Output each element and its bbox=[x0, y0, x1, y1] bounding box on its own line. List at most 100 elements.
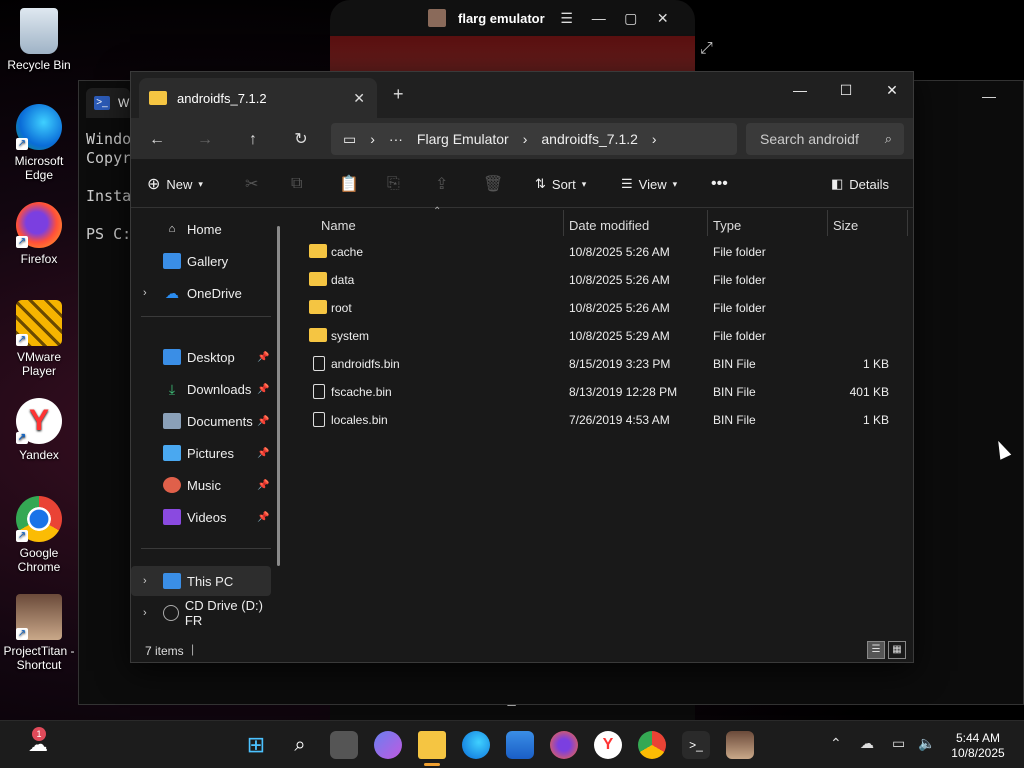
chrome-taskbar-icon[interactable] bbox=[638, 731, 666, 759]
desktop-icon-chrome[interactable]: ↗ Google Chrome bbox=[2, 496, 76, 574]
column-divider[interactable] bbox=[707, 210, 708, 236]
sort-button[interactable]: ⇅ Sort ▾ bbox=[535, 173, 586, 195]
search-input[interactable]: Search androidf ⌕ bbox=[746, 123, 904, 155]
new-tab-button[interactable]: + bbox=[393, 84, 404, 105]
up-button[interactable]: ↑ bbox=[241, 128, 265, 152]
column-divider[interactable] bbox=[827, 210, 828, 236]
expand-chevron-icon[interactable]: › bbox=[143, 607, 147, 619]
hamburger-menu-icon[interactable]: ☰ bbox=[557, 10, 577, 27]
nav-item-onedrive[interactable]: › ☁ OneDrive bbox=[131, 278, 271, 308]
breadcrumb-item[interactable]: androidfs_7.1.2 bbox=[541, 131, 638, 147]
close-icon[interactable]: ✕ bbox=[653, 10, 673, 27]
start-windows-icon[interactable]: ⊞ bbox=[242, 731, 270, 759]
chevron-right-icon[interactable]: › bbox=[523, 131, 528, 147]
maximize-icon[interactable]: ▢ bbox=[621, 10, 641, 27]
cut-icon[interactable]: ✂ bbox=[245, 173, 258, 195]
status-separator: | bbox=[191, 642, 195, 656]
column-header-name[interactable]: Name bbox=[321, 218, 356, 233]
fullscreen-icon[interactable]: ⤢ bbox=[700, 40, 722, 62]
file-explorer-taskbar-icon[interactable] bbox=[418, 731, 446, 759]
pin-icon[interactable]: 📌 bbox=[257, 416, 269, 427]
copy-icon[interactable]: ⧉ bbox=[291, 173, 302, 195]
pin-icon[interactable]: 📌 bbox=[257, 480, 269, 491]
volume-icon[interactable]: 🔈 bbox=[918, 735, 935, 752]
table-row[interactable]: data 10/8/2025 5:26 AM File folder bbox=[301, 266, 903, 294]
details-button[interactable]: ◧ Details bbox=[831, 173, 889, 195]
expand-chevron-icon[interactable]: › bbox=[143, 575, 147, 587]
chevron-right-icon[interactable]: › bbox=[652, 131, 657, 147]
store-icon[interactable] bbox=[506, 731, 534, 759]
edge-taskbar-icon[interactable] bbox=[462, 731, 490, 759]
desktop-icon-vmware[interactable]: ↗ VMware Player bbox=[2, 300, 76, 378]
close-tab-icon[interactable]: ✕ bbox=[353, 90, 365, 107]
copilot-app-icon[interactable] bbox=[374, 731, 402, 759]
terminal-taskbar-icon[interactable]: >_ bbox=[682, 731, 710, 759]
nav-item-cd-drive[interactable]: › CD Drive (D:) FR bbox=[131, 598, 271, 628]
nav-item-downloads[interactable]: ⤓ Downloads 📌 bbox=[131, 374, 271, 404]
share-icon[interactable]: ⇪ bbox=[435, 173, 448, 195]
tiles-view-icon[interactable]: ▦ bbox=[888, 641, 906, 659]
details-view-icon[interactable]: ☰ bbox=[867, 641, 885, 659]
breadcrumb-item[interactable]: Flarg Emulator bbox=[417, 131, 509, 147]
new-button[interactable]: ⊕ New ▾ bbox=[147, 173, 203, 195]
clock[interactable]: 5:44 AM 10/8/2025 bbox=[946, 731, 1010, 761]
ellipsis-icon[interactable]: ··· bbox=[389, 131, 403, 147]
pin-icon[interactable]: 📌 bbox=[257, 448, 269, 459]
pin-icon[interactable]: 📌 bbox=[257, 384, 269, 395]
table-row[interactable]: system 10/8/2025 5:29 AM File folder bbox=[301, 322, 903, 350]
nav-scrollbar[interactable] bbox=[277, 226, 280, 566]
nav-item-videos[interactable]: Videos 📌 bbox=[131, 502, 271, 532]
address-bar[interactable]: ▭ › ··· Flarg Emulator › androidfs_7.1.2… bbox=[331, 123, 737, 155]
nav-item-this-pc[interactable]: › This PC bbox=[131, 566, 271, 596]
rename-icon[interactable]: ⎘ bbox=[387, 173, 400, 195]
table-row[interactable]: root 10/8/2025 5:26 AM File folder bbox=[301, 294, 903, 322]
firefox-taskbar-icon[interactable] bbox=[550, 731, 578, 759]
desktop-icon-recycle-bin[interactable]: Recycle Bin bbox=[2, 8, 76, 72]
nav-item-documents[interactable]: Documents 📌 bbox=[131, 406, 271, 436]
column-divider[interactable] bbox=[563, 210, 564, 236]
nav-item-gallery[interactable]: Gallery bbox=[131, 246, 271, 276]
delete-icon[interactable]: 🗑 bbox=[483, 173, 503, 195]
desktop-icon-projecttitan[interactable]: ↗ ProjectTitan - Shortcut bbox=[2, 594, 76, 672]
minimize-icon[interactable]: — bbox=[589, 10, 609, 26]
pin-icon[interactable]: 📌 bbox=[257, 352, 269, 363]
powershell-tab[interactable]: >_ W bbox=[86, 88, 130, 118]
desktop-icon-yandex[interactable]: Y ↗ Yandex bbox=[2, 398, 76, 462]
column-divider[interactable] bbox=[907, 210, 908, 236]
desktop-icon-firefox[interactable]: ↗ Firefox bbox=[2, 202, 76, 266]
task-view-icon[interactable] bbox=[330, 731, 358, 759]
chevron-right-icon[interactable]: › bbox=[370, 131, 375, 147]
desktop-icon-edge[interactable]: ↗ Microsoft Edge bbox=[2, 104, 76, 182]
onedrive-tray-icon[interactable]: ☁ bbox=[860, 735, 874, 752]
more-options-icon[interactable]: ••• bbox=[711, 173, 728, 195]
maximize-button[interactable]: ☐ bbox=[823, 76, 869, 104]
nav-item-pictures[interactable]: Pictures 📌 bbox=[131, 438, 271, 468]
search-icon[interactable]: ⌕ bbox=[286, 731, 314, 759]
column-header-date[interactable]: Date modified bbox=[569, 218, 649, 233]
paste-icon[interactable]: 📋 bbox=[339, 173, 359, 195]
column-header-size[interactable]: Size bbox=[833, 218, 858, 233]
close-button[interactable]: ✕ bbox=[869, 76, 915, 104]
table-row[interactable]: androidfs.bin 8/15/2019 3:23 PM BIN File 1 … bbox=[301, 350, 903, 378]
show-hidden-icons[interactable]: ⌃ bbox=[830, 735, 842, 752]
emulator-taskbar-icon[interactable] bbox=[726, 731, 754, 759]
network-icon[interactable]: ▭ bbox=[892, 735, 905, 752]
nav-item-home[interactable]: ⌂ Home bbox=[131, 214, 271, 244]
column-header-type[interactable]: Type bbox=[713, 218, 741, 233]
refresh-button[interactable]: ↻ bbox=[289, 128, 313, 152]
minimize-button[interactable]: — bbox=[777, 76, 823, 104]
nav-item-desktop[interactable]: Desktop 📌 bbox=[131, 342, 271, 372]
back-button[interactable]: ← bbox=[145, 128, 169, 152]
table-row[interactable]: locales.bin 7/26/2019 4:53 AM BIN File 1 KB bbox=[301, 406, 903, 434]
explorer-tab[interactable]: androidfs_7.1.2 ✕ bbox=[139, 78, 377, 118]
expand-chevron-icon[interactable]: › bbox=[143, 287, 147, 299]
nav-item-music[interactable]: Music 📌 bbox=[131, 470, 271, 500]
pin-icon[interactable]: 📌 bbox=[257, 512, 269, 523]
yandex-taskbar-icon[interactable]: Y bbox=[594, 731, 622, 759]
new-label: New bbox=[166, 176, 193, 192]
table-row[interactable]: fscache.bin 8/13/2019 12:28 PM BIN File 401… bbox=[301, 378, 903, 406]
forward-button[interactable]: → bbox=[193, 128, 217, 152]
table-row[interactable]: cache 10/8/2025 5:26 AM File folder bbox=[301, 238, 903, 266]
powershell-minimize-button[interactable]: — bbox=[982, 88, 996, 104]
view-button[interactable]: ☰ View ▾ bbox=[621, 173, 677, 195]
